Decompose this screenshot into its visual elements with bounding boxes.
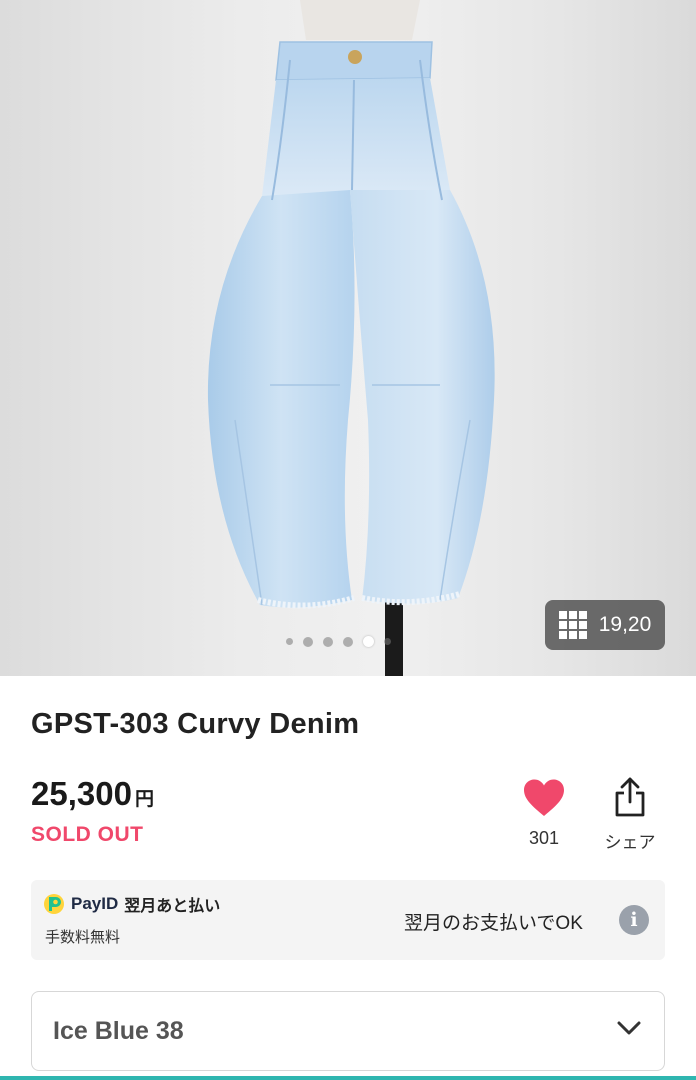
favorite-count: 301 [528,828,560,848]
info-icon[interactable]: i [619,905,649,935]
share-icon [615,777,645,817]
chevron-down-icon [617,1021,641,1035]
carousel-dot-active[interactable] [363,636,374,647]
carousel-dot[interactable] [343,636,353,647]
carousel-dot[interactable] [303,636,313,647]
carousel-dots[interactable] [286,636,391,647]
pay-plan: 翌月あと払い [124,898,221,915]
pay-brand: PayID [71,894,119,913]
gallery-count-button[interactable]: 19,20 [545,600,665,650]
carousel-dot[interactable] [384,638,391,645]
product-title: GPST-303 Curvy Denim [31,708,360,740]
product-image[interactable]: 19,20 [0,0,696,676]
carousel-dot[interactable] [286,638,293,645]
denim-pants-illustration [207,0,495,676]
variant-select[interactable]: Ice Blue 38 [31,991,665,1071]
status-badge: SOLD OUT [31,823,144,846]
price: 25,300 円 [31,775,154,813]
pay-fee-note: 手数料無料 [45,929,121,946]
price-value: 25,300 [31,775,132,812]
bottom-accent-bar [0,1076,696,1080]
heart-icon [524,779,564,816]
favorite-button[interactable]: 301 [517,778,571,849]
variant-selected-value: Ice Blue 38 [53,1017,184,1045]
gallery-count-label: 19,20 [598,613,652,636]
price-currency: 円 [134,789,154,810]
payid-logo-icon [44,894,64,914]
share-button[interactable]: シェア [598,776,662,853]
share-label: シェア [604,833,656,852]
payment-info-box: PayID 翌月あと払い 手数料無料 翌月のお支払いでOK i [31,880,665,960]
grid-icon [558,611,587,639]
carousel-dot[interactable] [323,636,333,647]
pay-logo-row: PayID 翌月あと払い [43,892,220,916]
pay-message: 翌月のお支払いでOK [404,913,583,934]
